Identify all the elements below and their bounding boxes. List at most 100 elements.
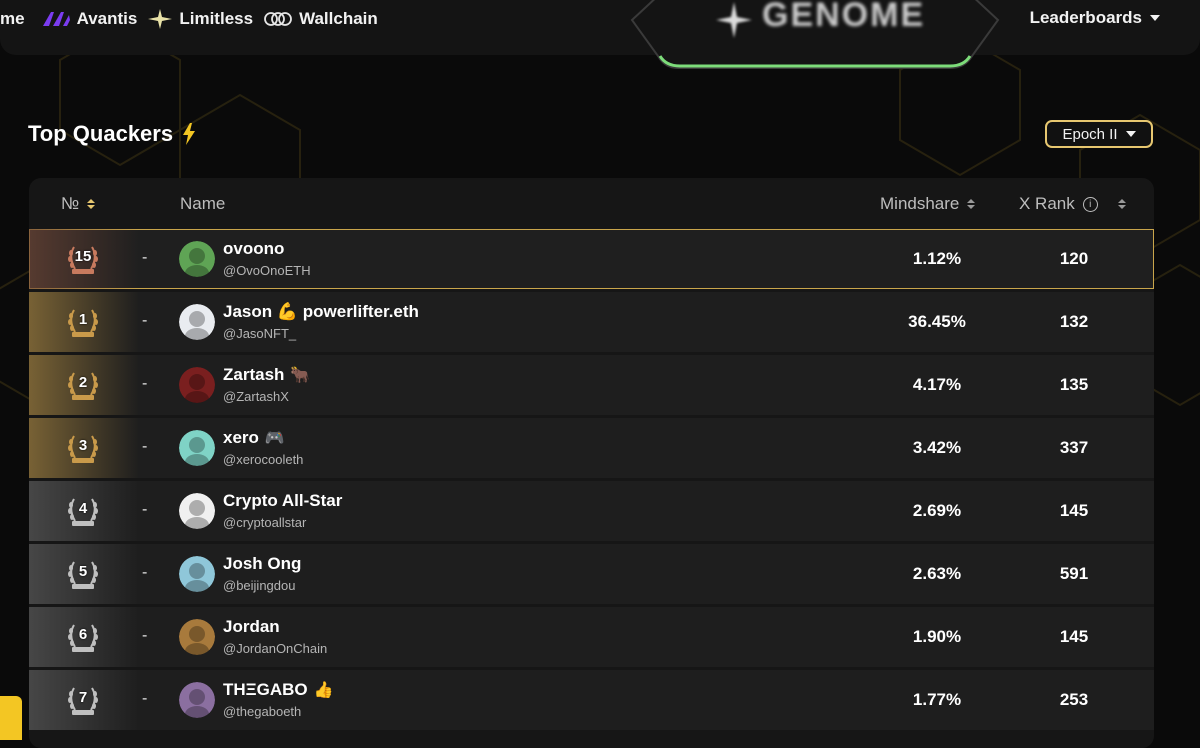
- laurel-wreath-icon: 1: [65, 304, 101, 340]
- column-header-label: №: [61, 194, 80, 213]
- leaderboards-label: Leaderboards: [1029, 8, 1142, 27]
- genome-star-icon: [716, 2, 752, 38]
- rank-cell: 5: [29, 544, 139, 604]
- leaderboards-dropdown[interactable]: Leaderboards: [1030, 8, 1160, 28]
- avatar[interactable]: [179, 493, 215, 529]
- rank-cell: 7: [29, 670, 139, 730]
- xrank-value: 337: [1059, 438, 1089, 457]
- table-row[interactable]: 2 - Zartash 🐂 @ZartashX 4.17% 135: [29, 355, 1154, 415]
- rank-change: -: [142, 690, 148, 707]
- column-header-name: Name: [180, 194, 225, 214]
- table-row[interactable]: 6 - Jordan @JordanOnChain 1.90% 145: [29, 607, 1154, 667]
- chevron-down-icon: [1150, 15, 1160, 21]
- user-handle[interactable]: @xerocooleth: [223, 452, 303, 467]
- column-header-label: Name: [180, 194, 226, 213]
- user-display-name-text: xero: [223, 428, 259, 447]
- nav-partner-wallchain[interactable]: Wallchain: [263, 9, 378, 29]
- lightning-bolt-icon: [183, 123, 196, 145]
- avantis-logo-icon: [42, 12, 70, 26]
- mindshare-value: 3.42%: [912, 438, 962, 457]
- user-handle[interactable]: @cryptoallstar: [223, 515, 306, 530]
- rank-change: -: [142, 249, 148, 266]
- nav-home-link-fragment[interactable]: me: [0, 9, 25, 29]
- user-display-name[interactable]: ovoono: [223, 239, 284, 259]
- user-display-name-text: Jordan: [223, 617, 280, 636]
- rank-number: 3: [78, 437, 88, 454]
- table-row[interactable]: 4 - Crypto All-Star @cryptoallstar 2.69% 145: [29, 481, 1154, 541]
- laurel-wreath-icon: 4: [65, 493, 101, 529]
- nav-partner-avantis[interactable]: Avantis: [41, 9, 137, 29]
- table-header: № Name Mindshare X Rank i: [29, 178, 1154, 230]
- user-display-name-text: Jason 💪 powerlifter.eth: [223, 302, 419, 321]
- user-handle[interactable]: @thegaboeth: [223, 704, 301, 719]
- mindshare-value: 1.90%: [912, 627, 962, 646]
- rank-change: -: [142, 501, 148, 518]
- column-header-rank[interactable]: №: [61, 194, 96, 214]
- mindshare-value: 36.45%: [908, 312, 966, 331]
- xrank-value: 145: [1059, 501, 1089, 520]
- user-display-name-text: ovoono: [223, 239, 285, 258]
- user-display-name[interactable]: Crypto All-Star: [223, 491, 342, 511]
- user-handle[interactable]: @JordanOnChain: [223, 641, 327, 656]
- rank-cell: 15: [29, 229, 139, 289]
- user-display-name[interactable]: Jason 💪 powerlifter.eth: [223, 302, 419, 322]
- user-display-name[interactable]: Jordan: [223, 617, 280, 637]
- user-display-name[interactable]: xero 🎮: [223, 428, 285, 448]
- partner-nav: me Avantis Limitless Wallchain: [0, 8, 378, 30]
- column-header-xrank[interactable]: X Rank i: [1019, 194, 1126, 214]
- rank-change: -: [142, 375, 148, 392]
- avatar[interactable]: [179, 682, 215, 718]
- table-row[interactable]: 5 - Josh Ong @beijingdou 2.63% 591: [29, 544, 1154, 604]
- mindshare-value: 1.77%: [912, 690, 962, 709]
- wallchain-logo-icon: [264, 12, 292, 26]
- column-header-mindshare[interactable]: Mindshare: [880, 194, 976, 214]
- rank-cell: 4: [29, 481, 139, 541]
- user-display-name[interactable]: Zartash 🐂: [223, 365, 310, 385]
- avatar[interactable]: [179, 556, 215, 592]
- avatar[interactable]: [179, 430, 215, 466]
- rank-number: 7: [78, 689, 88, 706]
- table-row[interactable]: 3 - xero 🎮 @xerocooleth 3.42% 337: [29, 418, 1154, 478]
- table-row[interactable]: 1 - Jason 💪 powerlifter.eth @JasoNFT_ 36.45%…: [29, 292, 1154, 352]
- sort-icon: [1117, 199, 1126, 209]
- user-display-name[interactable]: THΞGABO 👍: [223, 680, 334, 700]
- avatar[interactable]: [179, 241, 215, 277]
- avatar[interactable]: [179, 304, 215, 340]
- rank-number: 5: [78, 563, 88, 580]
- rank-change: -: [142, 564, 148, 581]
- nav-partner-limitless[interactable]: Limitless: [147, 8, 253, 30]
- avatar[interactable]: [179, 619, 215, 655]
- column-header-label: Mindshare: [880, 194, 960, 213]
- xrank-value: 120: [1059, 249, 1089, 268]
- user-handle[interactable]: @beijingdou: [223, 578, 295, 593]
- table-row-current-user[interactable]: 15 - ovoono @OvoOnoETH 1.12% 120: [29, 229, 1154, 289]
- user-handle[interactable]: @JasoNFT_: [223, 326, 296, 341]
- rank-number: 2: [78, 374, 88, 391]
- info-icon[interactable]: i: [1082, 196, 1098, 212]
- user-handle[interactable]: @OvoOnoETH: [223, 263, 311, 278]
- rank-cell: 2: [29, 355, 139, 415]
- user-display-name-text: Zartash: [223, 365, 285, 384]
- rank-change: -: [142, 627, 148, 644]
- user-handle[interactable]: @ZartashX: [223, 389, 289, 404]
- section-title: Top Quackers: [28, 121, 197, 147]
- table-row[interactable]: 7 - THΞGABO 👍 @thegaboeth 1.77% 253: [29, 670, 1154, 730]
- side-feedback-tab[interactable]: [0, 696, 22, 740]
- xrank-value: 253: [1059, 690, 1089, 709]
- rank-cell: 6: [29, 607, 139, 667]
- avatar[interactable]: [179, 367, 215, 403]
- genome-logo-frame[interactable]: GENOME: [630, 0, 1000, 70]
- user-display-name[interactable]: Josh Ong: [223, 554, 301, 574]
- rank-cell: 3: [29, 418, 139, 478]
- leaderboard-table: № Name Mindshare X Rank i 15- ovoono @OvoO…: [29, 178, 1154, 748]
- nav-partner-label: Limitless: [179, 9, 254, 28]
- user-display-name-text: Crypto All-Star: [223, 491, 343, 510]
- epoch-selector[interactable]: Epoch II: [1045, 120, 1153, 148]
- nav-partner-label: Wallchain: [299, 9, 378, 28]
- mindshare-value: 4.17%: [912, 375, 962, 394]
- user-display-name-text: Josh Ong: [223, 554, 302, 573]
- mindshare-value: 2.63%: [912, 564, 962, 583]
- laurel-wreath-icon: 2: [65, 367, 101, 403]
- epoch-selected-label: Epoch II: [1062, 125, 1118, 143]
- sort-icon: [967, 199, 976, 209]
